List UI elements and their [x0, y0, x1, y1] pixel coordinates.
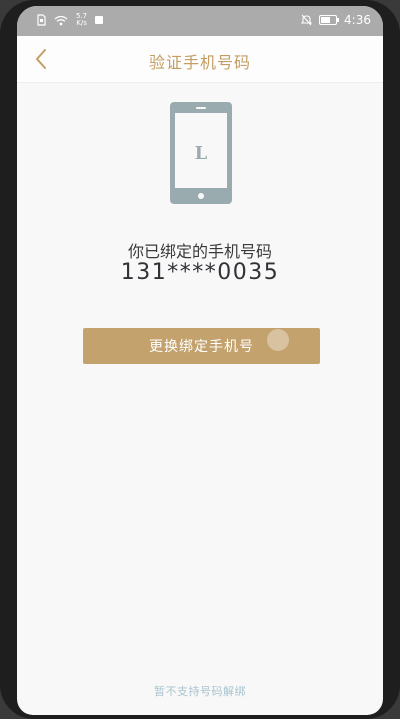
notification-icon	[95, 16, 104, 24]
page-title: 验证手机号码	[148, 53, 251, 72]
smartphone-icon: L	[170, 102, 232, 204]
status-left: 5.7 K/s	[37, 13, 104, 27]
screen: 5.7 K/s 4:36 验证手机号码 L 你已绑定的手机号码 131****0…	[17, 6, 383, 715]
wifi-icon	[54, 15, 68, 25]
battery-icon	[319, 15, 340, 25]
bound-phone-number: 131****0035	[120, 260, 280, 285]
network-speed: 5.7 K/s	[76, 13, 87, 27]
bound-phone-label: 你已绑定的手机号码	[127, 242, 272, 261]
network-speed-unit: K/s	[76, 19, 87, 27]
sim-icon	[37, 14, 46, 26]
status-right: 4:36	[301, 13, 371, 27]
nav-bar: 验证手机号码	[17, 36, 383, 83]
status-bar: 5.7 K/s 4:36	[17, 6, 383, 36]
mute-icon	[301, 14, 313, 26]
touch-indicator	[267, 329, 289, 351]
illustration-letter: L	[195, 143, 208, 164]
unbind-note: 暂不支持号码解绑	[154, 685, 246, 698]
status-time: 4:36	[344, 13, 371, 27]
device-frame: 5.7 K/s 4:36 验证手机号码 L 你已绑定的手机号码 131****0…	[0, 0, 400, 719]
